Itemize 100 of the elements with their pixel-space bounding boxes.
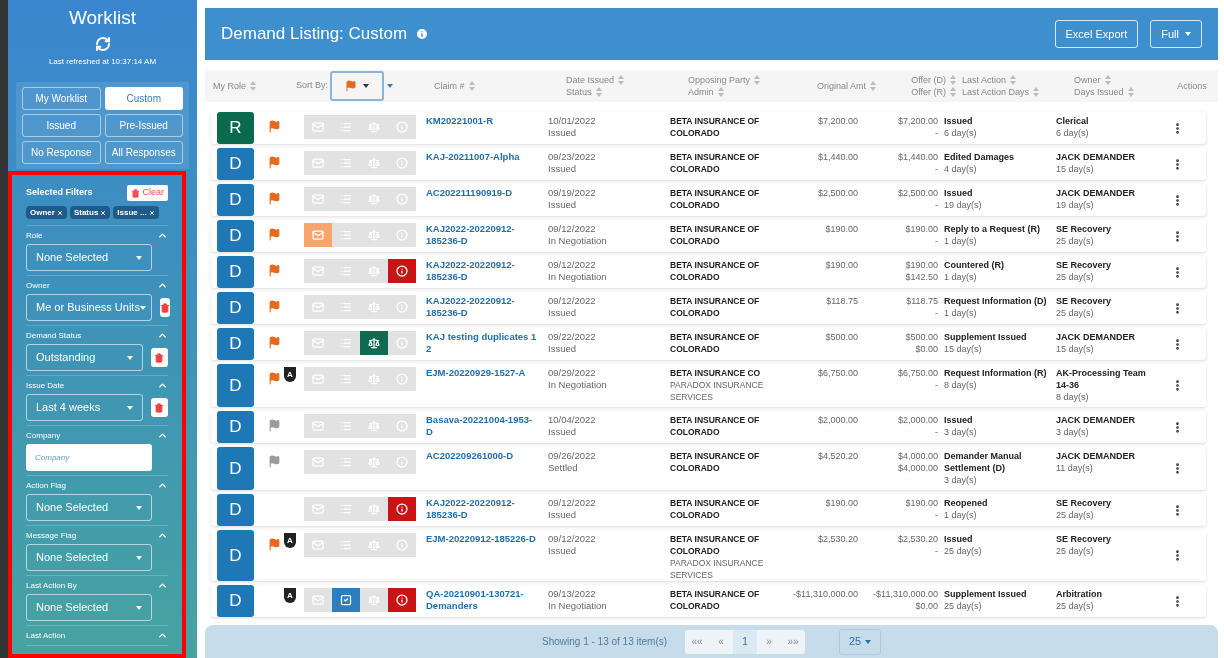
flag-icon[interactable] [268, 538, 281, 551]
column-header[interactable]: Original Amt [816, 80, 876, 92]
filter-chip[interactable]: Issue ... [113, 206, 159, 219]
claim-link[interactable]: KAJ testing duplicates 1 2 [426, 331, 538, 355]
claim-link[interactable]: EJM-20220929-1527-A [426, 367, 538, 379]
sort-icon[interactable] [595, 87, 602, 97]
flag-icon[interactable] [268, 120, 281, 133]
view-button[interactable]: Issued [22, 114, 101, 137]
column-header[interactable]: Actions [1177, 80, 1207, 92]
remove-filter-button[interactable] [160, 298, 170, 317]
page-size-select[interactable]: 25 [839, 628, 882, 655]
claim-link[interactable]: AC202209261000-D [426, 450, 538, 462]
column-header[interactable]: Opposing Party [688, 74, 761, 86]
column-header[interactable]: Owner [1074, 74, 1134, 86]
alert-tile[interactable] [388, 259, 416, 283]
sort-icon[interactable] [1127, 87, 1134, 97]
flag-icon[interactable] [268, 156, 281, 169]
column-header[interactable]: Days Issued [1074, 86, 1134, 98]
pagination-button[interactable]: 1 [733, 629, 758, 654]
sort-icon[interactable] [250, 81, 256, 91]
filter-select[interactable]: Outstanding [26, 344, 143, 371]
collapse-caret-icon[interactable] [157, 580, 168, 591]
table-row[interactable]: D A EJM-20220929-1527-A 09/29/2022 In Negotiation BETA INSURANCE CO PARADOX INSURANCE SERVICES $6,750.00 $6,750.00 - Request Information (R) 8 day(s) AK-Processing Team 14-36 8 day(s) [211, 364, 1206, 407]
column-header[interactable]: Offer (R) [911, 86, 956, 98]
collapse-caret-icon[interactable] [157, 380, 168, 391]
remove-icon[interactable] [148, 209, 155, 216]
claim-link[interactable]: KAJ-20211007-Alpha [426, 151, 538, 163]
refresh-icon[interactable] [94, 36, 111, 52]
claim-link[interactable]: Basava-20221004-1953-D [426, 414, 538, 438]
table-row[interactable]: D AC202211190919-D 09/19/2022 Issued BETA INSURANCE OF COLORADO $2,500.00 $2,500.00 - Issued 19 day(s) JACK DEMANDER 19 day(s) [211, 184, 1206, 216]
filter-select[interactable]: None Selected [26, 494, 152, 521]
export-button[interactable]: Excel Export [1054, 20, 1139, 48]
list-tile[interactable] [332, 588, 360, 612]
flag-icon[interactable] [268, 300, 281, 313]
claim-link[interactable]: KM20221001-R [426, 115, 538, 127]
info-icon[interactable] [415, 27, 430, 41]
collapse-caret-icon[interactable] [157, 480, 168, 491]
view-button[interactable]: All Responses [104, 141, 183, 164]
remove-filter-button[interactable] [150, 398, 168, 417]
collapse-caret-icon[interactable] [157, 630, 168, 641]
sort-icon[interactable] [618, 75, 625, 85]
flag-icon[interactable] [268, 455, 281, 468]
table-row[interactable]: D KAJ2022-20220912-185236-D 09/12/2022 Issued BETA INSURANCE OF COLORADO $190.00 $190.00 - Reopened 1 day(s) SE Recovery 25 day(s) [211, 494, 1206, 526]
flag-icon[interactable] [268, 228, 281, 241]
sort-icon[interactable] [1033, 87, 1040, 97]
company-input[interactable]: Company [26, 444, 152, 471]
table-row[interactable]: D KAJ2022-20220912-185236-D 09/12/2022 Issued BETA INSURANCE OF COLORADO $118.75 $118.75 - Request Information (D) 1 day(s) SE Recovery 25 day(s) [211, 292, 1206, 324]
collapse-caret-icon[interactable] [157, 530, 168, 541]
flag-icon[interactable] [268, 336, 281, 349]
claim-link[interactable]: KAJ2022-20220912-185236-D [426, 223, 538, 247]
view-button[interactable]: Pre-Issued [104, 114, 183, 137]
remove-icon[interactable] [56, 209, 63, 216]
collapse-caret-icon[interactable] [157, 430, 168, 441]
remove-filter-button[interactable] [150, 348, 168, 367]
alert-tile[interactable] [388, 588, 416, 612]
column-header[interactable]: Status [566, 86, 625, 98]
table-row[interactable]: D A EJM-20220912-185226-D 09/12/2022 Issued BETA INSURANCE OF COLORADO PARADOX INSURANCE SERVICES $2,530.20 $2,530.20 - Issued 25 day(s) SE Recovery 25 day(s) [211, 530, 1206, 581]
filter-chip[interactable]: Status [69, 206, 111, 219]
column-header[interactable]: Claim # [434, 80, 475, 92]
sort-by-dropdown[interactable] [330, 71, 384, 101]
filter-select[interactable]: None Selected [26, 544, 152, 571]
view-button[interactable]: No Response [22, 141, 101, 164]
alert-tile[interactable] [388, 497, 416, 521]
filter-select[interactable]: Last 4 weeks [26, 394, 143, 421]
sort-icon[interactable] [950, 87, 956, 97]
column-header[interactable]: Last Action [962, 74, 1040, 86]
claim-link[interactable]: KAJ2022-20220912-185236-D [426, 259, 538, 283]
claim-link[interactable]: QA-20210901-130721-Demanders [426, 588, 538, 612]
flag-icon[interactable] [268, 192, 281, 205]
table-row[interactable]: R KM20221001-R 10/01/2022 Issued BETA INSURANCE OF COLORADO $7,200.00 $7,200.00 - Issued 6 day(s) Clerical 6 day(s) [211, 112, 1206, 144]
table-row[interactable]: D Basava-20221004-1953-D 10/04/2022 Issued BETA INSURANCE OF COLORADO $2,000.00 $2,000.00 - Issued 3 day(s) JACK DEMANDER 3 day(s) [211, 411, 1206, 443]
sort-icon[interactable] [468, 81, 475, 91]
sort-icon[interactable] [870, 81, 876, 91]
column-header[interactable]: Offer (D) [911, 74, 956, 86]
sort-icon[interactable] [1010, 75, 1017, 85]
table-row[interactable]: D KAJ testing duplicates 1 2 09/22/2022 Issued BETA INSURANCE OF COLORADO $500.00 $500.00 $0.00 Supplement Issued 15 day(s) JACK DEMANDER 15 day(s) [211, 328, 1206, 360]
table-row[interactable]: D A QA-20210901-130721-Demanders 09/13/2022 In Negotiation BETA INSURANCE OF COLORADO -$11,310,000.00 -$11,310,000.00 $0.00 Supplement Issued 25 day(s) Arbitration 25 day(s) [211, 585, 1206, 617]
table-row[interactable]: D AC202209261000-D 09/26/2022 Settled BETA INSURANCE OF COLORADO $4,520.20 $4,000.00 $4,000.00 Demander Manual Settlement (D) 3 day(s) JACK DEMANDER 11 day(s) [211, 447, 1206, 490]
view-button[interactable]: Custom [104, 87, 183, 110]
sort-icon[interactable] [950, 75, 956, 85]
claim-link[interactable]: EJM-20220912-185226-D [426, 533, 538, 545]
table-row[interactable]: D KAJ-20211007-Alpha 09/23/2022 Issued BETA INSURANCE OF COLORADO $1,440.00 $1,440.00 - Edited Damages 4 day(s) JACK DEMANDER 15 day(s) [211, 148, 1206, 180]
sort-icon[interactable] [754, 75, 761, 85]
scale-tile[interactable] [360, 331, 388, 355]
filter-select[interactable]: None Selected [26, 594, 152, 621]
column-header[interactable]: Last Action Days [962, 86, 1040, 98]
claim-link[interactable]: AC202211190919-D [426, 187, 538, 199]
sort-icon[interactable] [717, 87, 724, 97]
sort-icon[interactable] [1104, 75, 1111, 85]
column-header[interactable]: My Role [213, 80, 256, 92]
collapse-caret-icon[interactable] [157, 280, 168, 291]
filter-select[interactable]: Me or Business Units [26, 294, 152, 321]
filter-select[interactable]: None Selected [26, 244, 152, 271]
filter-chip[interactable]: Owner [26, 206, 67, 219]
view-button[interactable]: My Worklist [22, 87, 101, 110]
view-mode-dropdown[interactable]: Full [1150, 20, 1202, 48]
clear-button[interactable]: Clear [127, 185, 168, 201]
collapse-caret-icon[interactable] [157, 230, 168, 241]
claim-link[interactable]: KAJ2022-20220912-185236-D [426, 497, 538, 521]
flag-icon[interactable] [268, 372, 281, 385]
